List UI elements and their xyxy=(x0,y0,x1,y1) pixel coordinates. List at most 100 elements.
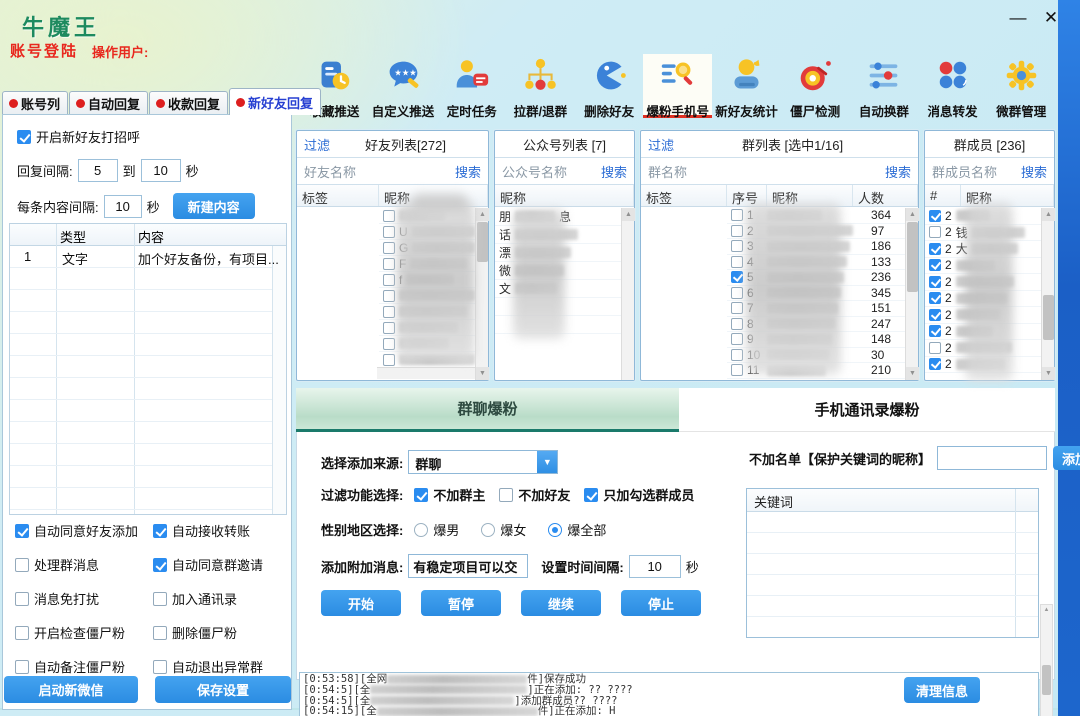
official-account-row[interactable]: 朋息 xyxy=(495,208,621,226)
member-search-link[interactable]: 搜索 xyxy=(1021,162,1047,181)
gender-option-爆男[interactable]: 爆男 xyxy=(414,520,459,539)
member-row[interactable]: 2 xyxy=(925,324,1041,341)
account-login-label[interactable]: 账号登陆 xyxy=(10,40,78,61)
group-search-input[interactable]: 群名称 xyxy=(648,162,687,181)
group-row[interactable]: 5236 xyxy=(727,270,905,286)
tab-自动回复[interactable]: 自动回复 xyxy=(69,91,148,115)
option-消息免打扰[interactable]: 消息免打扰 xyxy=(15,589,153,608)
action-button-开始[interactable]: 开始 xyxy=(321,590,401,616)
group-row[interactable]: 11210 xyxy=(727,363,905,379)
group-row[interactable]: 4133 xyxy=(727,255,905,271)
new-content-button[interactable]: 新建内容 xyxy=(173,193,255,219)
minimize-button[interactable]: — xyxy=(1003,6,1033,30)
tab-收款回复[interactable]: 收款回复 xyxy=(149,91,228,115)
friend-list-scrollbar[interactable]: ▲▼ xyxy=(475,208,488,380)
mp-search-link[interactable]: 搜索 xyxy=(601,162,627,181)
source-dropdown[interactable]: 群聊 ▼ xyxy=(408,450,558,474)
close-button[interactable]: ✕ xyxy=(1036,6,1066,30)
option-自动接收转账[interactable]: 自动接收转账 xyxy=(153,521,285,540)
row1-type[interactable]: 文字 xyxy=(62,249,88,268)
friend-row[interactable] xyxy=(379,320,475,336)
member-row[interactable]: 2 xyxy=(925,307,1041,324)
friend-row[interactable]: f xyxy=(379,272,475,288)
filter-option-不加好友[interactable]: 不加好友 xyxy=(499,485,570,504)
friend-row[interactable]: U xyxy=(379,224,475,240)
tab-phone-contacts-fans[interactable]: 手机通讯录爆粉 xyxy=(679,388,1055,432)
official-account-row[interactable]: 微 xyxy=(495,262,621,280)
member-row[interactable]: 2 xyxy=(925,208,1041,225)
member-search-input[interactable]: 群成员名称 xyxy=(932,162,997,181)
group-list-scrollbar[interactable]: ▲▼ xyxy=(905,208,918,380)
friend-row[interactable]: G xyxy=(379,240,475,256)
friend-row[interactable] xyxy=(379,208,475,224)
member-row[interactable]: 2 xyxy=(925,291,1041,308)
mp-list-scrollbar[interactable]: ▲ xyxy=(621,208,634,380)
group-search-link[interactable]: 搜索 xyxy=(885,162,911,181)
option-加入通讯录[interactable]: 加入通讯录 xyxy=(153,589,285,608)
reply-interval-from-input[interactable] xyxy=(78,159,118,182)
friend-search-input[interactable]: 好友名称 xyxy=(304,162,356,181)
filter-option-只加勾选群成员[interactable]: 只加勾选群成员 xyxy=(584,485,694,504)
group-row[interactable]: 7151 xyxy=(727,301,905,317)
group-row[interactable]: 1030 xyxy=(727,348,905,364)
time-interval-input[interactable] xyxy=(629,555,681,578)
member-row[interactable]: 2 xyxy=(925,258,1041,275)
action-button-继续[interactable]: 继续 xyxy=(521,590,601,616)
member-row[interactable]: 2 xyxy=(925,340,1041,357)
friend-row[interactable] xyxy=(379,304,475,320)
reply-interval-to-input[interactable] xyxy=(141,159,181,182)
gender-option-爆全部[interactable]: 爆全部 xyxy=(548,520,606,539)
option-自动同意好友添加[interactable]: 自动同意好友添加 xyxy=(15,521,153,540)
friend-row[interactable] xyxy=(379,288,475,304)
group-row[interactable]: 8247 xyxy=(727,317,905,333)
content-interval-input[interactable] xyxy=(104,195,142,218)
option-自动退出异常群[interactable]: 自动退出异常群 xyxy=(153,657,285,676)
friend-list-hscrollbar[interactable] xyxy=(377,367,475,379)
group-row[interactable]: 6345 xyxy=(727,286,905,302)
extra-message-input[interactable] xyxy=(408,554,528,578)
group-filter-link[interactable]: 过滤 xyxy=(648,135,674,154)
official-account-row[interactable]: 话 xyxy=(495,226,621,244)
official-account-row[interactable]: 文 xyxy=(495,280,621,298)
friend-row[interactable]: F xyxy=(379,256,475,272)
official-account-row[interactable] xyxy=(495,316,621,334)
start-new-wechat-button[interactable]: 启动新微信 xyxy=(4,676,138,703)
greet-checkbox[interactable] xyxy=(17,130,31,144)
toolbar-item-auto-switch-group[interactable]: 自动换群 xyxy=(850,54,919,118)
toolbar-item-group-in-out[interactable]: 拉群/退群 xyxy=(506,54,575,118)
reply-table-scrollbar[interactable] xyxy=(272,246,286,514)
group-row[interactable]: 297 xyxy=(727,224,905,240)
row1-content[interactable]: 加个好友备份，有项目... xyxy=(138,249,279,268)
option-删除僵尸粉[interactable]: 删除僵尸粉 xyxy=(153,623,285,642)
member-row[interactable]: 2大 xyxy=(925,241,1041,258)
option-开启检查僵尸粉[interactable]: 开启检查僵尸粉 xyxy=(15,623,153,642)
friend-search-link[interactable]: 搜索 xyxy=(455,162,481,181)
friend-row[interactable] xyxy=(379,352,475,368)
group-row[interactable]: 1364 xyxy=(727,208,905,224)
gender-option-爆女[interactable]: 爆女 xyxy=(481,520,526,539)
blacklist-add-button[interactable]: 添加 xyxy=(1053,446,1080,470)
official-account-row[interactable] xyxy=(495,298,621,316)
toolbar-item-group-manage[interactable]: 微群管理 xyxy=(987,54,1056,118)
clear-log-button[interactable]: 清理信息 xyxy=(904,677,980,703)
member-row[interactable]: 2钱 xyxy=(925,225,1041,242)
save-settings-button[interactable]: 保存设置 xyxy=(155,676,291,703)
option-自动同意群邀请[interactable]: 自动同意群邀请 xyxy=(153,555,285,574)
fans-section-scrollbar[interactable]: ▲ ▼ xyxy=(1040,604,1053,716)
official-account-row[interactable]: 漂 xyxy=(495,244,621,262)
tab-账号列[interactable]: 账号列 xyxy=(2,91,68,115)
option-自动备注僵尸粉[interactable]: 自动备注僵尸粉 xyxy=(15,657,153,676)
group-row[interactable]: 9148 xyxy=(727,332,905,348)
member-row[interactable]: 2 xyxy=(925,357,1041,374)
action-button-暂停[interactable]: 暂停 xyxy=(421,590,501,616)
friend-row[interactable] xyxy=(379,336,475,352)
tab-新好友回复[interactable]: 新好友回复 xyxy=(229,88,321,115)
action-button-停止[interactable]: 停止 xyxy=(621,590,701,616)
option-处理群消息[interactable]: 处理群消息 xyxy=(15,555,153,574)
member-row[interactable]: 2 xyxy=(925,274,1041,291)
toolbar-item-zombie-check[interactable]: 僵尸检测 xyxy=(781,54,850,118)
mp-search-input[interactable]: 公众号名称 xyxy=(502,162,567,181)
friend-filter-link[interactable]: 过滤 xyxy=(304,135,330,154)
group-row[interactable]: 3186 xyxy=(727,239,905,255)
toolbar-item-message-forward[interactable]: 消息转发 xyxy=(918,54,987,118)
